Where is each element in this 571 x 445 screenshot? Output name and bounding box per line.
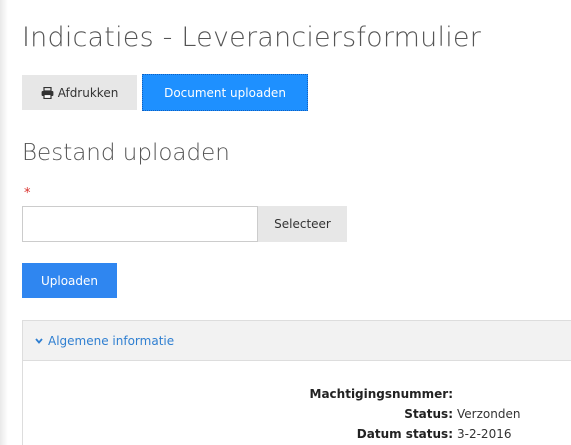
general-info-toggle[interactable]: Algemene informatie: [23, 321, 571, 361]
info-value: Verzonden: [457, 407, 521, 421]
left-edge-shadow: [0, 0, 8, 445]
select-file-button[interactable]: Selecteer: [258, 206, 347, 242]
info-value: 3-2-2016: [457, 427, 512, 441]
chevron-down-icon: [35, 337, 43, 344]
file-input[interactable]: [22, 206, 258, 242]
info-label: Machtigingsnummer:: [309, 387, 453, 401]
print-button-label: Afdrukken: [57, 85, 119, 100]
page-title: Indicaties - Leveranciersformulier: [22, 22, 482, 53]
general-info-panel: Algemene informatie Machtigingsnummer: S…: [22, 320, 571, 445]
print-button[interactable]: Afdrukken: [22, 75, 137, 110]
required-marker: *: [24, 186, 31, 201]
info-row-authorization-number: Machtigingsnummer:: [23, 387, 571, 403]
upload-document-button[interactable]: Document uploaden: [142, 74, 308, 111]
select-file-label: Selecteer: [274, 217, 331, 231]
general-info-header-label: Algemene informatie: [48, 333, 175, 348]
info-label: Status:: [404, 407, 453, 421]
info-label: Datum status:: [356, 427, 453, 441]
printer-icon: [41, 86, 54, 99]
upload-document-label: Document uploaden: [164, 85, 286, 100]
upload-button-label: Uploaden: [40, 273, 99, 288]
upload-button[interactable]: Uploaden: [22, 263, 117, 298]
info-row-status: Status: Verzonden: [23, 407, 571, 423]
info-row-status-date: Datum status: 3-2-2016: [23, 427, 571, 443]
upload-section-title: Bestand uploaden: [22, 140, 230, 166]
page: Indicaties - Leveranciersformulier Afdru…: [0, 0, 571, 445]
